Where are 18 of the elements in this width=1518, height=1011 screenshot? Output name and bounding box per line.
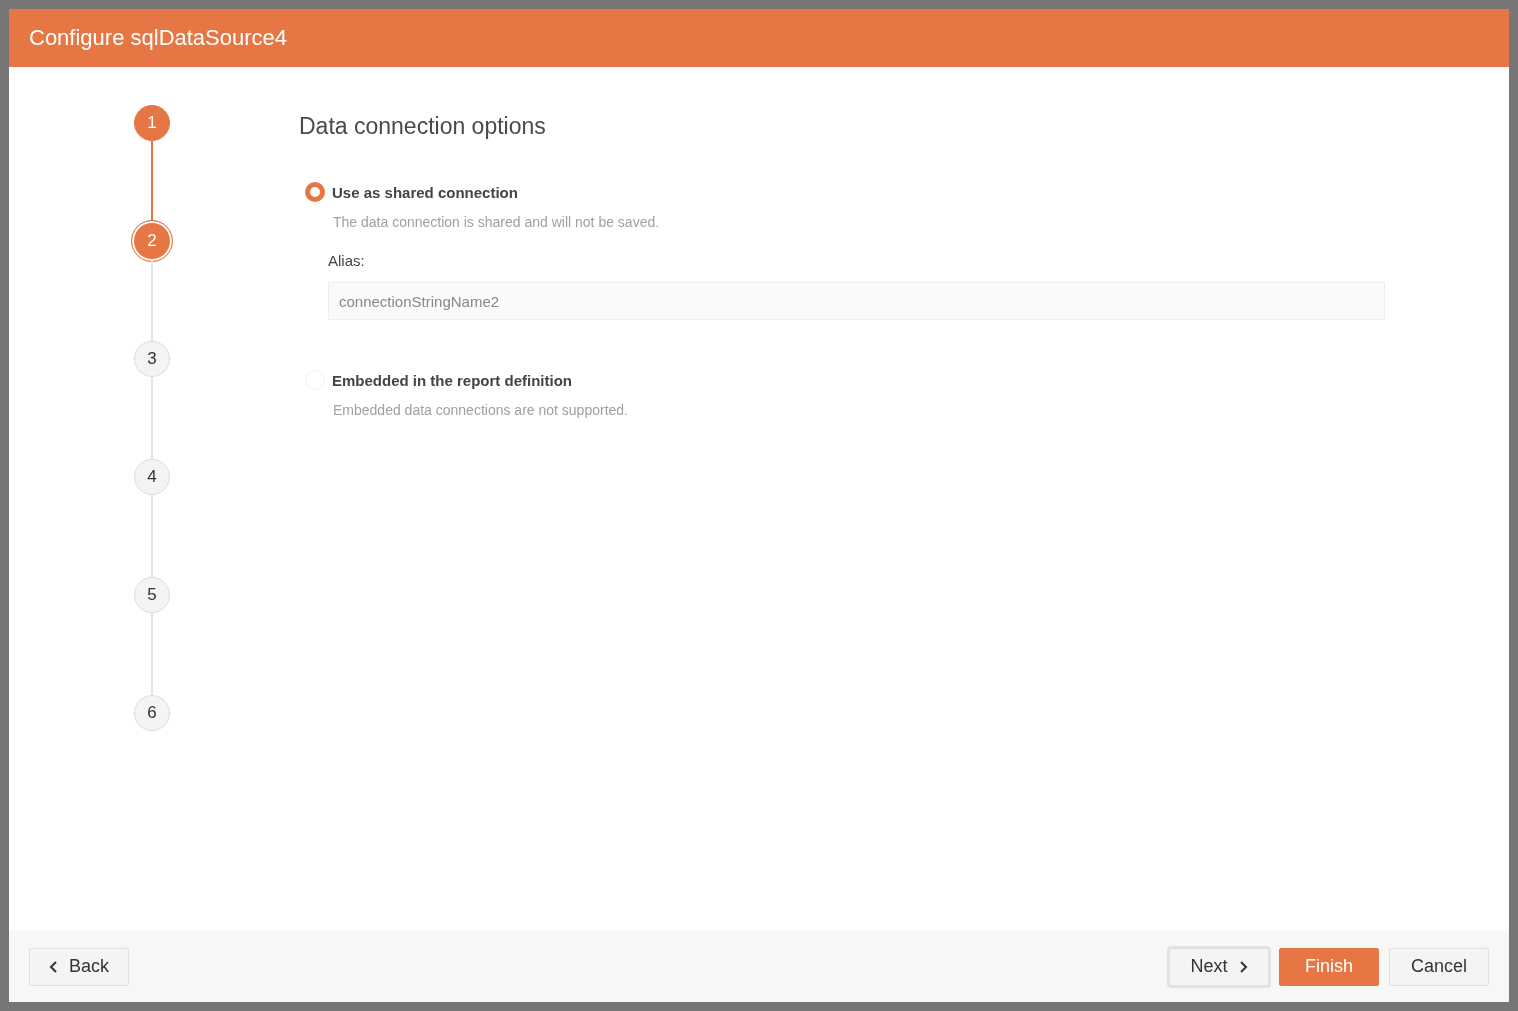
- option-description: The data connection is shared and will not be saved.: [333, 214, 661, 230]
- step-indicator[interactable]: 6: [134, 695, 170, 731]
- alias-input-field[interactable]: connectionStringName2: [328, 282, 1385, 320]
- option-description: Embedded data connections are not supported.: [333, 402, 629, 418]
- page-heading: Data connection options: [299, 113, 547, 140]
- step-indicator[interactable]: 5: [134, 577, 170, 613]
- option-label: Embedded in the report definition: [332, 371, 572, 389]
- option-label: Use as shared connection: [332, 183, 518, 201]
- dialog-title: Configure sqlDataSource4: [29, 25, 288, 51]
- footer-button[interactable]: Cancel: [1389, 947, 1489, 986]
- step-indicator[interactable]: 4: [134, 459, 170, 495]
- chevron-right-icon: [1237, 959, 1248, 974]
- alias-label: Alias:: [328, 252, 366, 269]
- step-indicator[interactable]: 3: [134, 341, 170, 377]
- chevron-left-icon: [49, 959, 59, 974]
- radio-button[interactable]: [305, 182, 325, 202]
- footer-button[interactable]: Next: [1169, 947, 1269, 986]
- footer-button[interactable]: Back: [29, 947, 129, 986]
